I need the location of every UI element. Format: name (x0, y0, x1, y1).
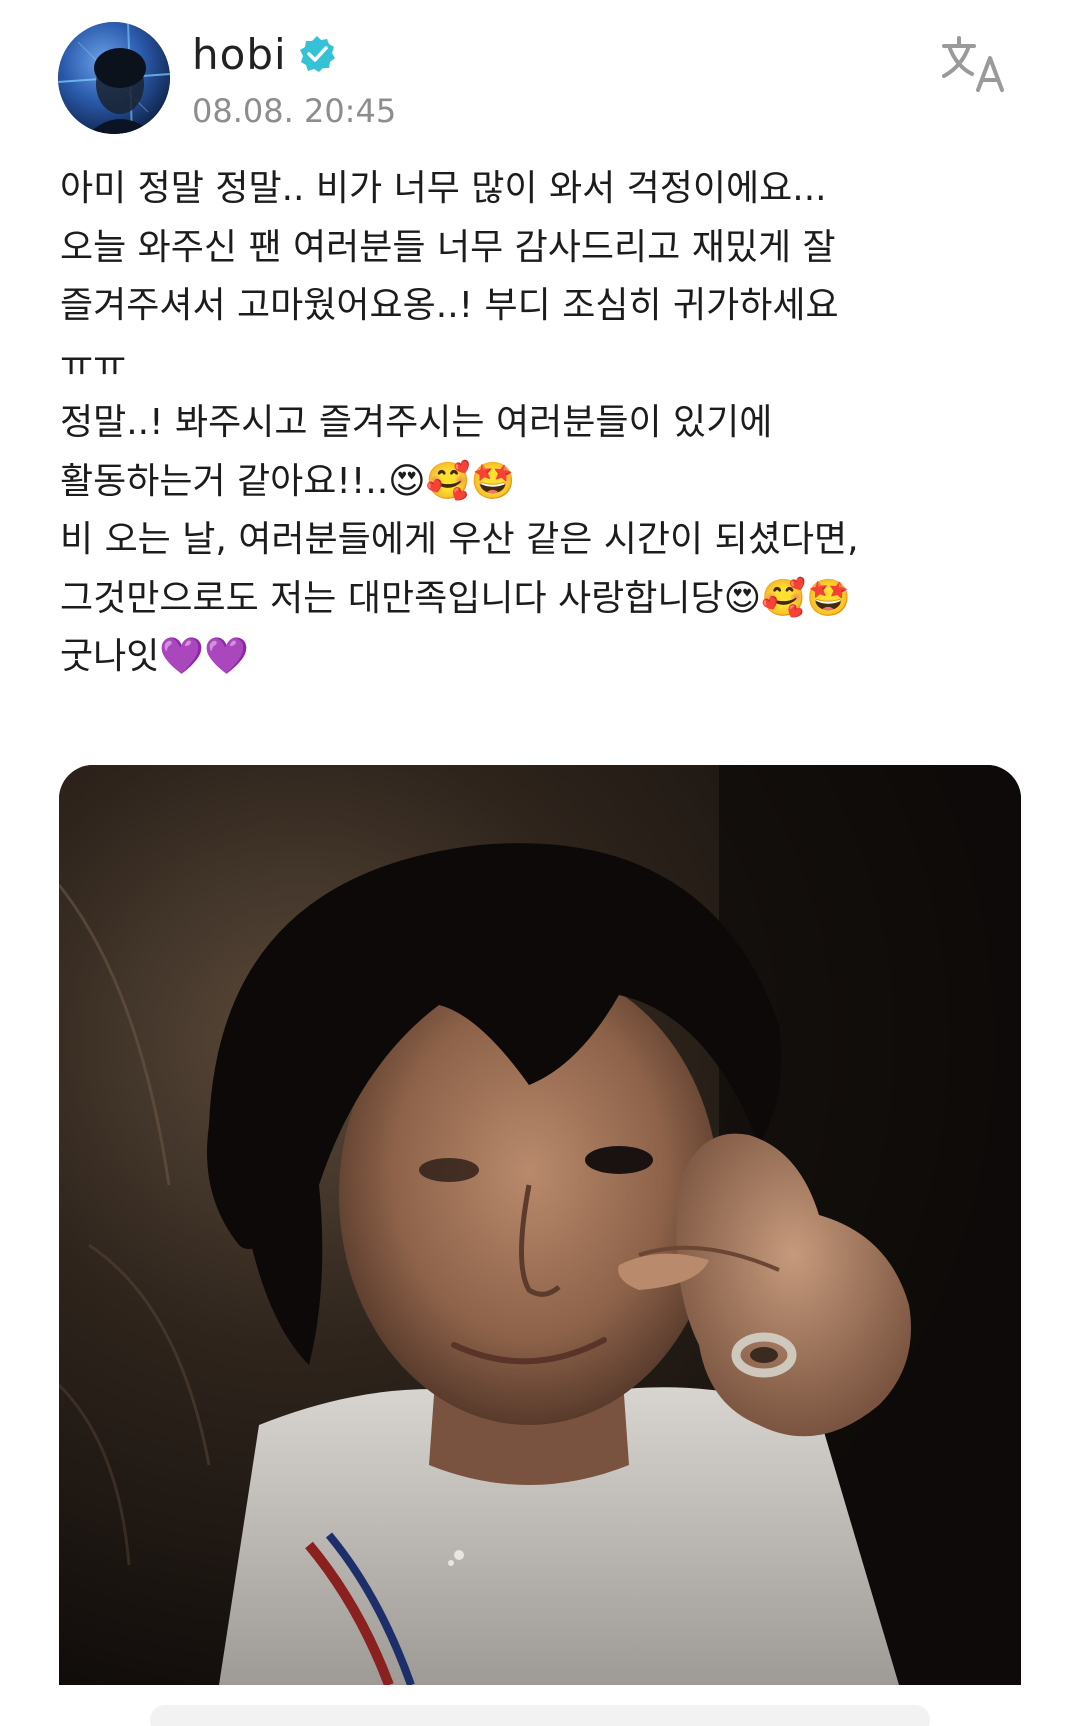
post-line: 굿나잇💜💜 (60, 636, 250, 677)
comment-input-placeholder[interactable] (150, 1705, 930, 1726)
post-line: 즐겨주셔서 고마웠어요옹..! 부디 조심히 귀가하세요 (60, 285, 839, 326)
post-header: hobi 08.08. 20:45 (58, 22, 1022, 142)
post-page: hobi 08.08. 20:45 아미 정말 정말.. 비가 너무 많이 와서… (0, 0, 1080, 1726)
post-photo[interactable] (59, 765, 1021, 1685)
avatar-image (58, 22, 170, 134)
translate-button[interactable] (940, 34, 1010, 94)
post-timestamp: 08.08. 20:45 (192, 92, 397, 130)
author-name[interactable]: hobi (192, 30, 287, 79)
author-row: hobi (192, 26, 337, 82)
post-line: 활동하는거 같아요!!..😍🥰🤩 (60, 460, 516, 502)
selfie-photo (59, 765, 1021, 1685)
post-line: 그것만으로도 저는 대만족입니다 사랑합니당😍🥰🤩 (60, 577, 851, 619)
post-line: 오늘 와주신 팬 여러분들 너무 감사드리고 재밌게 잘 (60, 226, 836, 268)
bottom-bar (0, 1685, 1080, 1726)
post-line: 아미 정말 정말.. 비가 너무 많이 와서 걱정이에요... (60, 168, 827, 209)
author-avatar[interactable] (58, 22, 170, 134)
translate-icon (942, 36, 1004, 92)
post-line: 정말..! 봐주시고 즐겨주시는 여러분들이 있기에 (60, 402, 773, 443)
post-text: 아미 정말 정말.. 비가 너무 많이 와서 걱정이에요... 오늘 와주신 팬… (60, 160, 1000, 687)
post-line: 비 오는 날, 여러분들에게 우산 같은 시간이 되셨다면, (60, 519, 859, 560)
post-line: ㅠㅠ (60, 343, 127, 385)
verified-badge-icon (297, 34, 337, 74)
